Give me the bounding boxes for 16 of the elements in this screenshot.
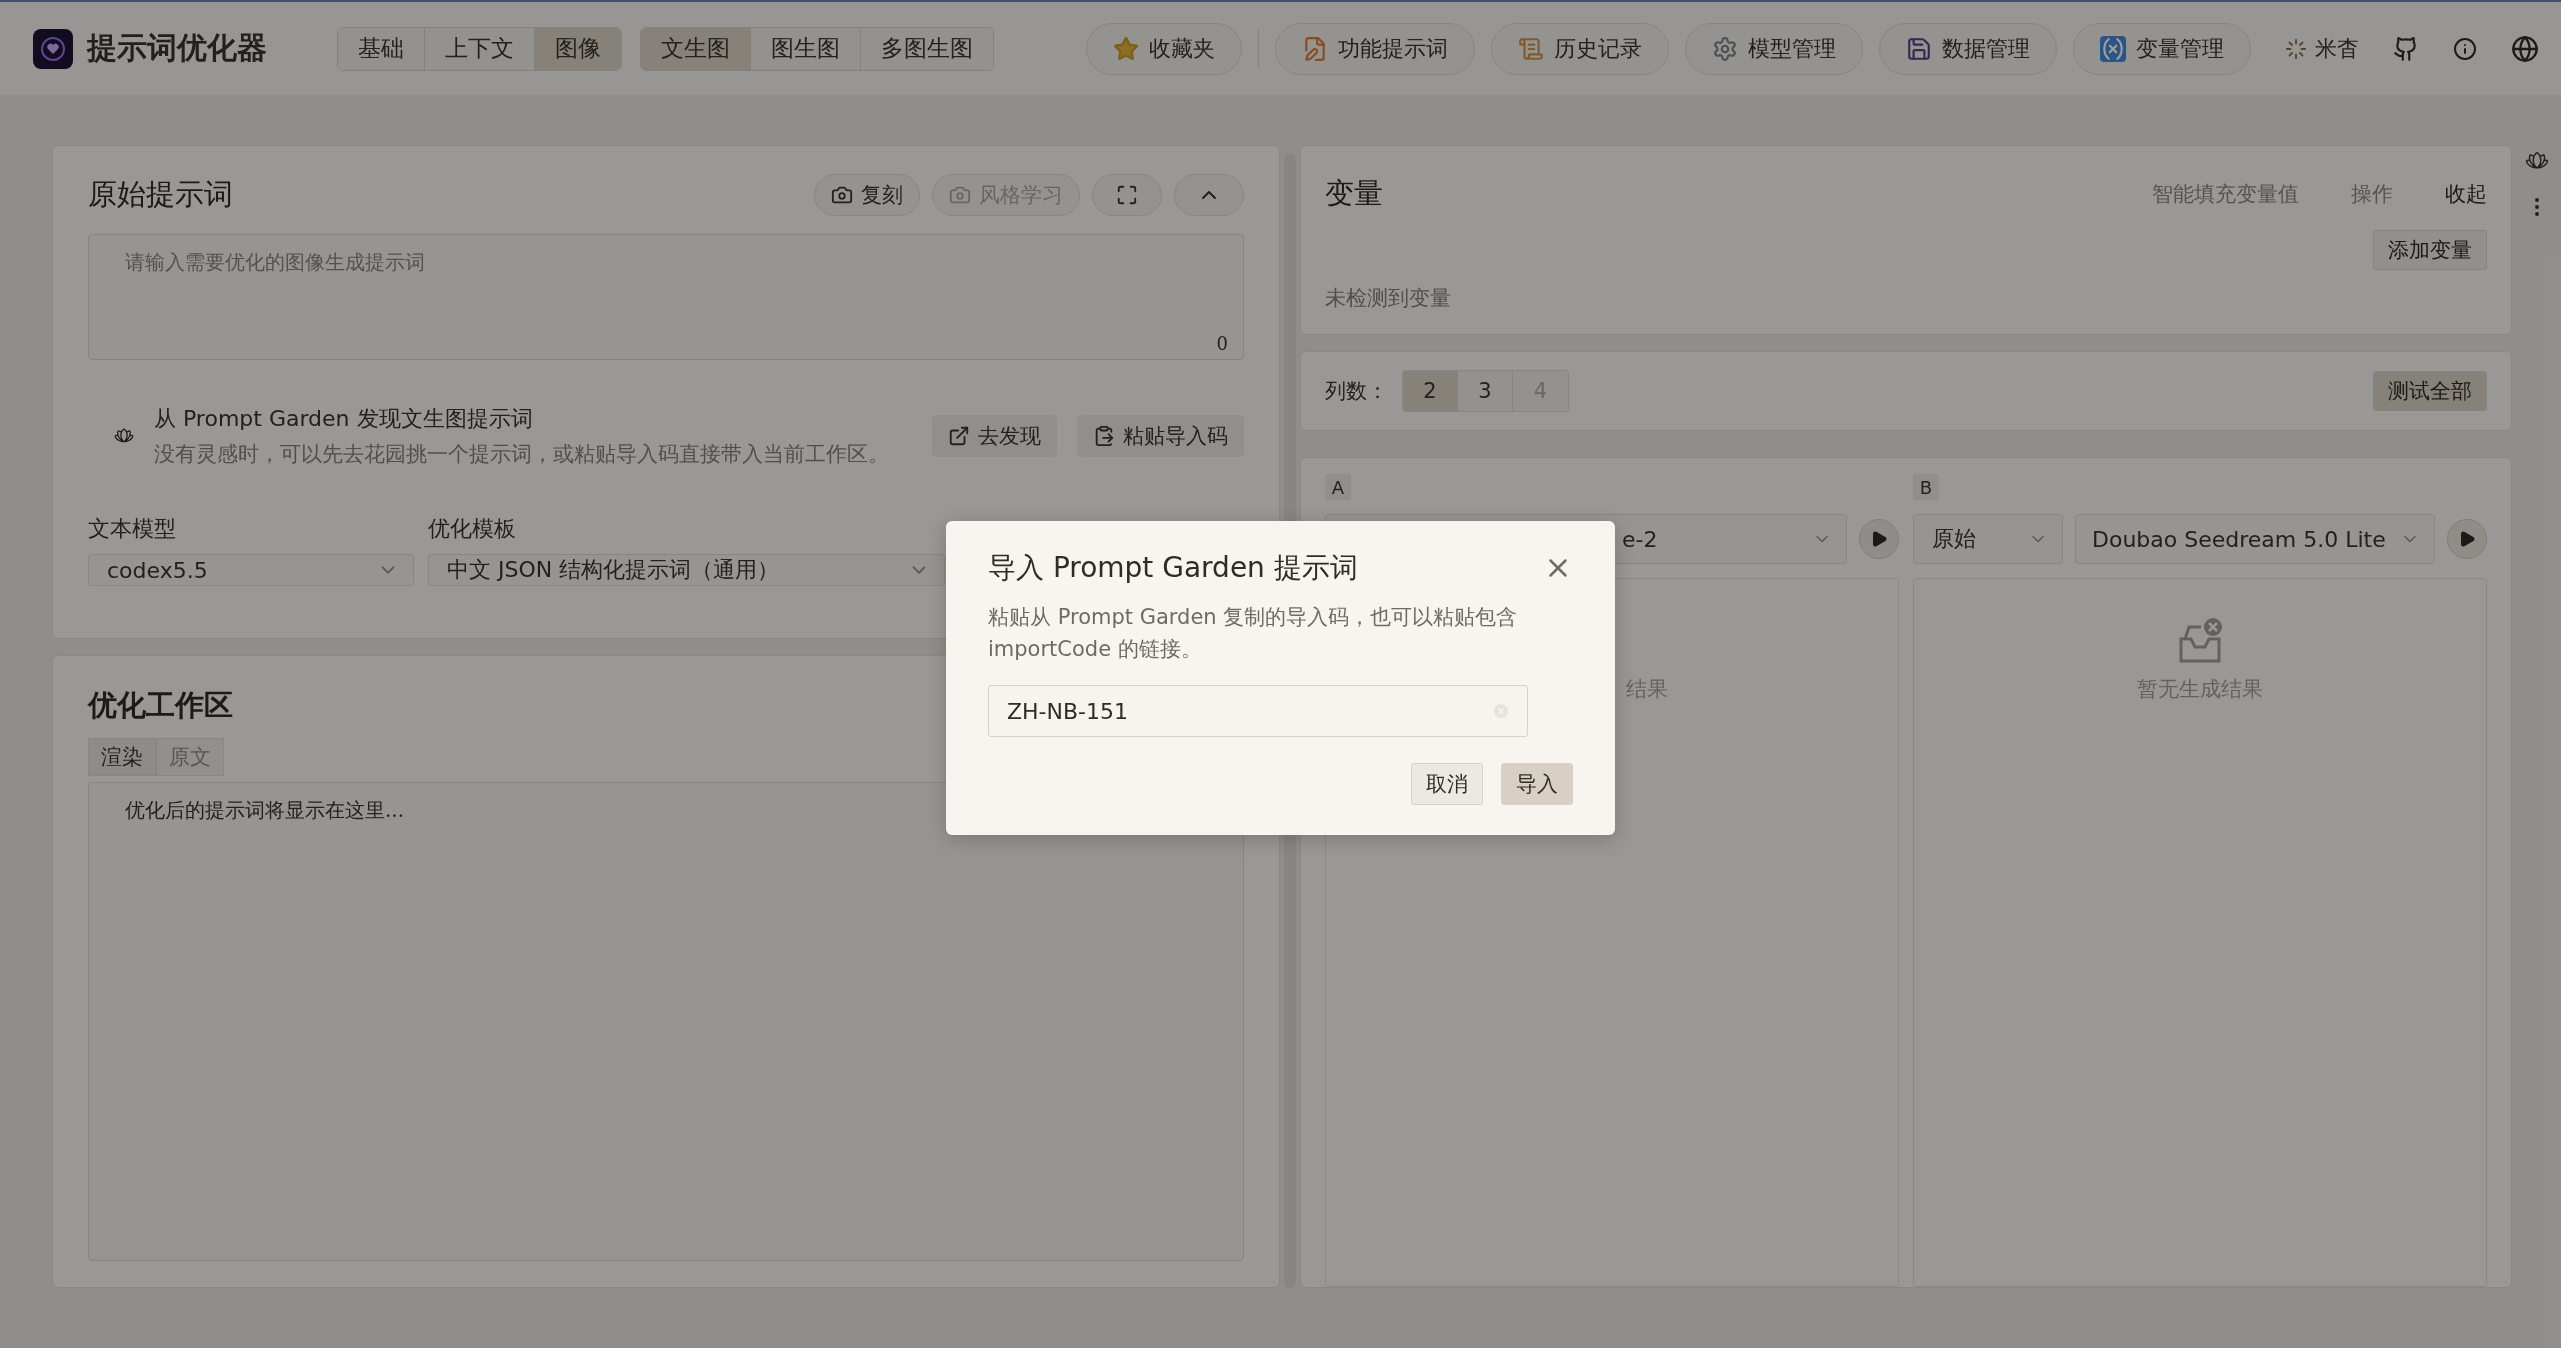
columns-label: 列数：: [1325, 378, 1388, 405]
app-title: 提示词优化器: [87, 29, 268, 67]
panel-title: 优化工作区: [88, 687, 233, 724]
panel-title: 变量: [1325, 175, 1384, 212]
dialog-description: 粘贴从 Prompt Garden 复制的导入码，也可以粘贴包含 importCode 的链接。: [988, 604, 1519, 663]
char-count: 0: [1216, 333, 1228, 354]
field-label: 文本模型: [88, 515, 177, 543]
empty-result-text: 暂无生成结果: [2137, 676, 2263, 703]
empty-message: 未检测到变量: [1325, 285, 1452, 312]
empty-result-text: 结果: [1626, 676, 1668, 703]
panel-title: 原始提示词: [88, 176, 234, 213]
column-letter: B: [1913, 474, 1939, 500]
garden-description: 没有灵感时，可以先去花园挑一个提示词，或粘贴导入码直接带入当前工作区。: [154, 441, 890, 468]
column-letter: A: [1325, 474, 1351, 500]
field-label: 优化模板: [428, 515, 517, 543]
garden-title: 从 Prompt Garden 发现文生图提示词: [154, 405, 534, 433]
